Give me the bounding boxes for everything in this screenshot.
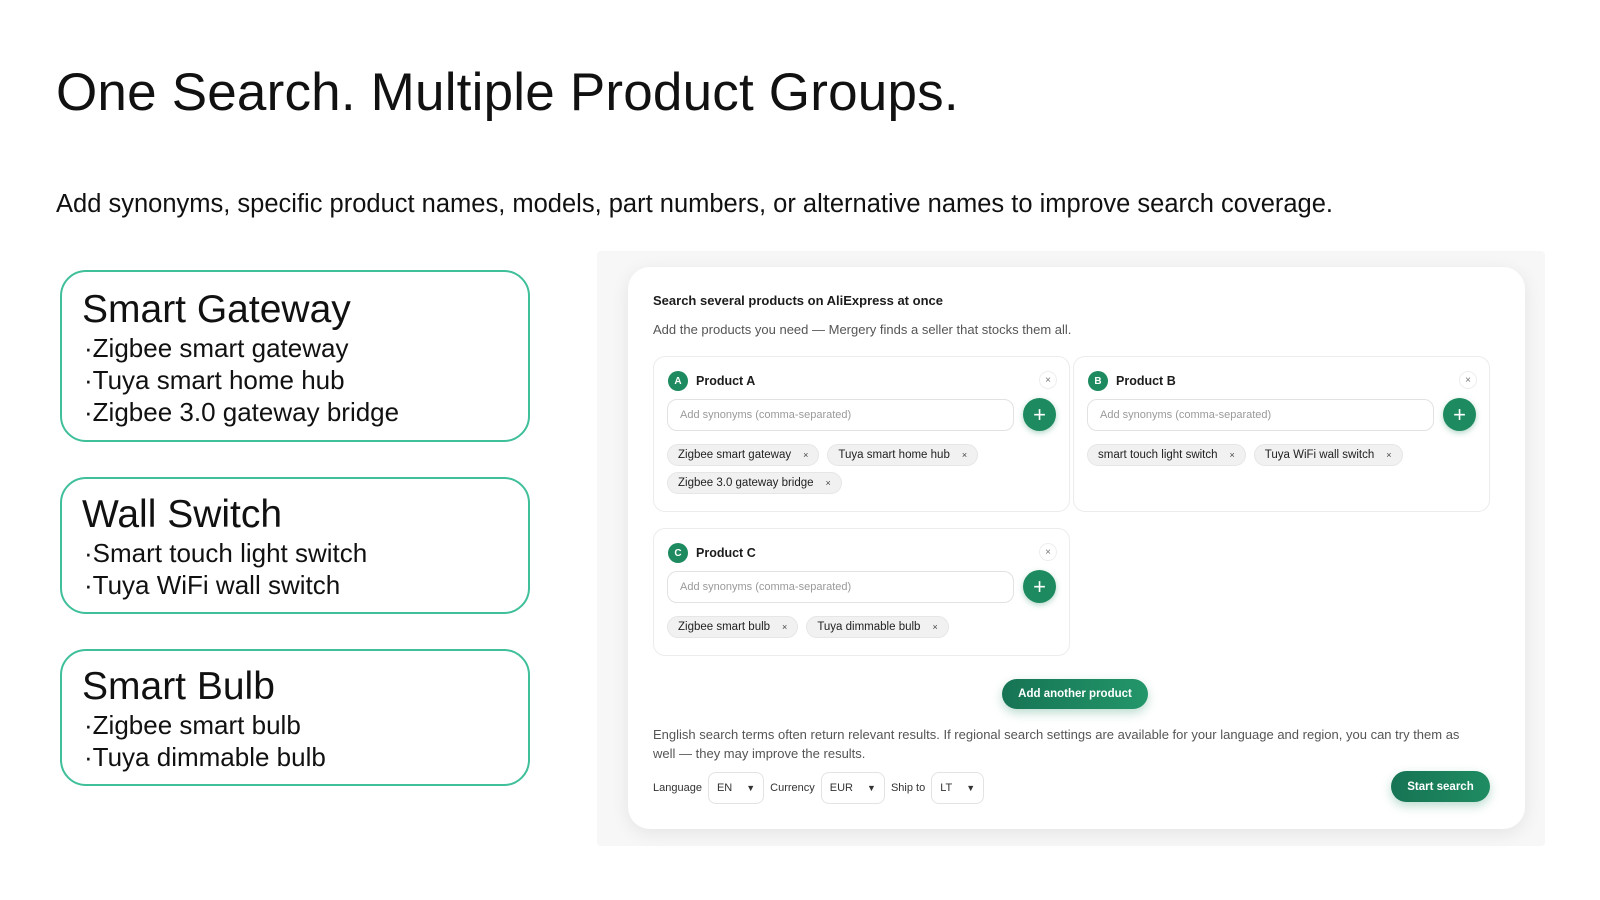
product-header: B Product B bbox=[1088, 371, 1176, 391]
synonym-chip: Zigbee smart gateway × bbox=[667, 444, 820, 466]
chip-label: smart touch light switch bbox=[1098, 449, 1218, 461]
product-badge: B bbox=[1088, 371, 1108, 391]
panel-heading: Search several products on AliExpress at… bbox=[653, 293, 943, 308]
chevron-down-icon: ▼ bbox=[746, 783, 756, 793]
product-name: Product C bbox=[696, 546, 756, 560]
slide-subtitle: Add synonyms, specific product names, mo… bbox=[56, 190, 1334, 218]
search-settings: Language EN ▼ Currency EUR ▼ Ship to LT … bbox=[653, 772, 985, 804]
chip-label: Tuya WiFi wall switch bbox=[1264, 449, 1375, 461]
group-title: Smart Bulb bbox=[82, 665, 275, 708]
language-label: Language bbox=[653, 782, 702, 794]
add-synonym-button[interactable]: + bbox=[1023, 570, 1056, 603]
language-select[interactable]: EN ▼ bbox=[707, 772, 765, 804]
product-name: Product A bbox=[696, 374, 756, 388]
product-header: C Product C bbox=[668, 543, 756, 563]
group-item: Tuya dimmable bulb bbox=[82, 741, 508, 773]
synonym-chip: Tuya WiFi wall switch × bbox=[1253, 444, 1403, 466]
group-item: Zigbee 3.0 gateway bridge bbox=[82, 396, 508, 428]
group-card-wall-switch: Wall Switch Smart touch light switch Tuy… bbox=[60, 477, 530, 614]
product-card-b: B Product B × + smart touch light switch… bbox=[1073, 356, 1490, 512]
group-item: Tuya WiFi wall switch bbox=[82, 569, 508, 601]
slide-title: One Search. Multiple Product Groups. bbox=[56, 63, 959, 122]
chevron-down-icon: ▼ bbox=[966, 783, 976, 793]
group-item: Smart touch light switch bbox=[82, 537, 508, 569]
chip-label: Zigbee smart gateway bbox=[678, 449, 792, 461]
chip-remove-icon[interactable]: × bbox=[932, 622, 937, 632]
ship-to-label: Ship to bbox=[890, 782, 926, 794]
start-search-button[interactable]: Start search bbox=[1391, 771, 1490, 802]
chip-remove-icon[interactable]: × bbox=[803, 450, 808, 460]
panel-subheading: Add the products you need — Mergery find… bbox=[653, 322, 1072, 337]
synonym-chip: Tuya dimmable bulb × bbox=[806, 616, 949, 638]
synonym-chip: Tuya smart home hub × bbox=[827, 444, 979, 466]
search-panel: Search several products on AliExpress at… bbox=[628, 267, 1525, 829]
chip-remove-icon[interactable]: × bbox=[1386, 450, 1391, 460]
product-card-c: C Product C × + Zigbee smart bulb × Tuya … bbox=[653, 528, 1070, 656]
product-card-a: A Product A × + Zigbee smart gateway × Tu… bbox=[653, 356, 1070, 512]
chip-list: smart touch light switch × Tuya WiFi wall… bbox=[1087, 444, 1477, 466]
product-badge: C bbox=[668, 543, 688, 563]
remove-product-button[interactable]: × bbox=[1459, 371, 1477, 389]
ship-to-value: LT bbox=[940, 782, 953, 794]
group-item: Zigbee smart gateway bbox=[82, 332, 508, 364]
chip-remove-icon[interactable]: × bbox=[962, 450, 967, 460]
group-title: Smart Gateway bbox=[82, 288, 351, 331]
chip-remove-icon[interactable]: × bbox=[1230, 450, 1235, 460]
add-synonym-button[interactable]: + bbox=[1023, 398, 1056, 431]
chip-label: Tuya dimmable bulb bbox=[817, 621, 921, 633]
remove-product-button[interactable]: × bbox=[1039, 543, 1057, 561]
product-header: A Product A bbox=[668, 371, 755, 391]
group-item: Zigbee smart bulb bbox=[82, 709, 508, 741]
synonyms-input[interactable] bbox=[667, 571, 1014, 603]
synonym-chip: smart touch light switch × bbox=[1087, 444, 1246, 466]
group-title: Wall Switch bbox=[82, 493, 283, 536]
ship-to-select[interactable]: LT ▼ bbox=[931, 772, 985, 804]
add-synonym-button[interactable]: + bbox=[1443, 398, 1476, 431]
product-name: Product B bbox=[1116, 374, 1176, 388]
chip-label: Zigbee smart bulb bbox=[678, 621, 771, 633]
chip-list: Zigbee smart bulb × Tuya dimmable bulb × bbox=[667, 616, 1057, 638]
search-tip-note: English search terms often return releva… bbox=[653, 727, 1460, 761]
add-another-product-button[interactable]: Add another product bbox=[1002, 679, 1148, 709]
chip-label: Zigbee 3.0 gateway bridge bbox=[678, 477, 814, 489]
group-card-smart-bulb: Smart Bulb Zigbee smart bulb Tuya dimmab… bbox=[60, 649, 530, 786]
currency-value: EUR bbox=[829, 782, 854, 794]
synonyms-input[interactable] bbox=[667, 399, 1014, 431]
synonym-chip: Zigbee smart bulb × bbox=[667, 616, 799, 638]
product-badge: A bbox=[668, 371, 688, 391]
currency-label: Currency bbox=[770, 782, 815, 794]
remove-product-button[interactable]: × bbox=[1039, 371, 1057, 389]
chip-remove-icon[interactable]: × bbox=[782, 622, 787, 632]
chip-remove-icon[interactable]: × bbox=[826, 478, 831, 488]
group-item: Tuya smart home hub bbox=[82, 364, 508, 396]
language-value: EN bbox=[716, 782, 733, 794]
currency-select[interactable]: EUR ▼ bbox=[820, 772, 885, 804]
chip-label: Tuya smart home hub bbox=[838, 449, 950, 461]
group-card-smart-gateway: Smart Gateway Zigbee smart gateway Tuya … bbox=[60, 270, 530, 442]
chip-list: Zigbee smart gateway × Tuya smart home hu… bbox=[667, 444, 1057, 494]
synonyms-input[interactable] bbox=[1087, 399, 1434, 431]
chevron-down-icon: ▼ bbox=[867, 783, 876, 793]
synonym-chip: Zigbee 3.0 gateway bridge × bbox=[667, 472, 842, 494]
